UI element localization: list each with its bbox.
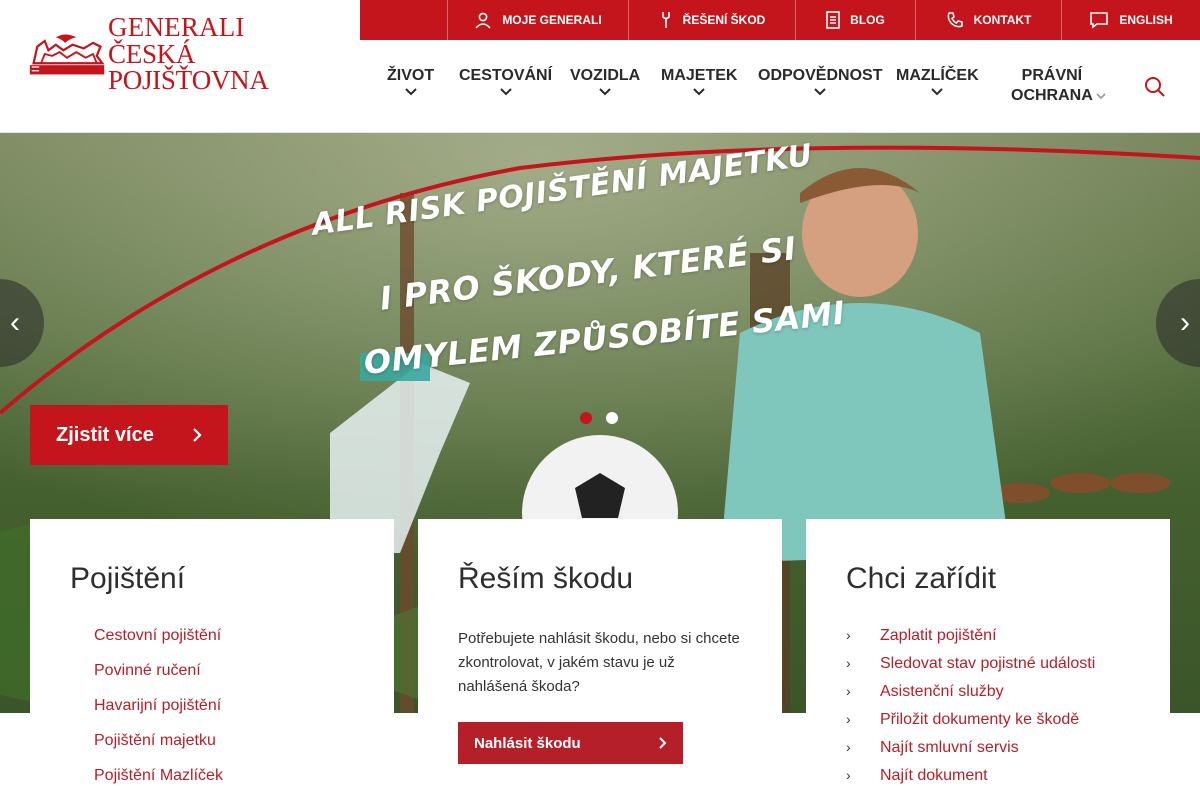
card-services: Chci zařídit › Zaplatit pojištění › Sledov… <box>806 519 1170 800</box>
chevron-right-icon: › <box>846 767 851 783</box>
brand-line2: ČESKÁ POJIŠŤOVNA <box>108 38 269 96</box>
carousel-dot-2[interactable] <box>606 412 618 424</box>
report-claim-label: Nahlásit škodu <box>474 734 581 752</box>
hero-cta-label: Zjistit více <box>56 423 154 446</box>
nav-label: MAJETEK <box>661 67 738 84</box>
nav-item-mazlicek[interactable]: MAZLÍČEK <box>896 66 979 96</box>
nav-label: ODPOVĚDNOST <box>758 67 883 84</box>
insurance-link[interactable]: Povinné ručení <box>94 662 223 697</box>
nav-item-cestovani[interactable]: CESTOVÁNÍ <box>459 66 552 96</box>
nav-label: ŽIVOT <box>387 67 435 84</box>
chevron-left-icon: ‹ <box>10 306 20 339</box>
card-title: Řeším škodu <box>458 562 634 595</box>
services-link[interactable]: › Najít dokument <box>846 767 1095 795</box>
chevron-right-icon: › <box>846 655 851 671</box>
card-title: Chci zařídit <box>846 562 997 595</box>
services-link[interactable]: › Asistenční služby <box>846 683 1095 711</box>
chevron-down-icon <box>814 88 826 96</box>
nav-label: MAZLÍČEK <box>896 67 979 84</box>
services-link[interactable]: › Přiložit dokumenty ke škodě <box>846 711 1095 739</box>
chevron-down-icon <box>693 88 705 96</box>
insurance-link[interactable]: Havarijní pojištění <box>94 697 223 732</box>
document-icon <box>826 11 840 29</box>
lion-logo-icon <box>29 34 105 75</box>
insurance-link[interactable]: Cestovní pojištění <box>94 627 223 662</box>
carousel-dot-1[interactable] <box>580 412 592 424</box>
logo-text: GENERALI ČESKÁ POJIŠŤOVNA <box>108 12 344 96</box>
header: GENERALI ČESKÁ POJIŠŤOVNA MOJE GENERALI … <box>0 0 1200 133</box>
wrench-icon <box>661 12 670 28</box>
search-icon <box>1145 77 1165 97</box>
insurance-links: Cestovní pojištění Povinné ručení Havari… <box>94 627 223 800</box>
chevron-down-icon <box>599 88 611 96</box>
chevron-right-icon: › <box>846 739 851 755</box>
chevron-down-icon <box>1096 93 1106 100</box>
services-link[interactable]: › Sledovat stav pojistné události <box>846 655 1095 683</box>
nav-label: CESTOVÁNÍ <box>459 67 553 84</box>
nav-item-majetek[interactable]: MAJETEK <box>661 66 737 96</box>
user-icon <box>475 12 491 29</box>
chevron-right-icon <box>193 428 202 442</box>
services-link-label: Sledovat stav pojistné události <box>880 655 1096 672</box>
topbar-moje-generali[interactable]: MOJE GENERALI <box>447 0 628 40</box>
services-link-label: Najít smluvní servis <box>880 739 1019 756</box>
services-link[interactable]: › Najít smluvní servis <box>846 739 1095 767</box>
claims-description: Potřebujete nahlásit škodu, nebo si chce… <box>458 630 740 695</box>
hero-cta-button[interactable]: Zjistit více <box>30 405 228 465</box>
services-link-label: Najít dokument <box>880 767 988 784</box>
card-insurance: Pojištění Cestovní pojištění Povinné ruč… <box>30 519 394 800</box>
nav-item-zivot[interactable]: ŽIVOT <box>387 66 434 96</box>
chevron-right-icon: › <box>846 627 851 643</box>
chevron-right-icon: › <box>1180 306 1190 339</box>
chevron-down-icon <box>499 88 512 96</box>
nav-item-pravni-ochrana[interactable]: PRÁVNÍ OCHRANA <box>1011 66 1106 106</box>
chevron-right-icon: › <box>846 683 851 699</box>
services-link-label: Přiložit dokumenty ke škodě <box>880 711 1080 728</box>
topbar-english[interactable]: ENGLISH <box>1061 0 1200 40</box>
services-link-label: Asistenční služby <box>880 683 1004 700</box>
search-button[interactable] <box>1144 76 1166 98</box>
top-utility-bar: MOJE GENERALI ŘEŠENÍ ŠKOD BLOG KONTAKT E… <box>360 0 1200 40</box>
chevron-down-icon <box>931 88 944 96</box>
insurance-link[interactable]: Pojištění Mazlíček <box>94 767 223 800</box>
card-claims: Řeším škodu Potřebujete nahlásit škodu, … <box>418 519 782 800</box>
topbar-label: BLOG <box>850 13 885 27</box>
services-link[interactable]: › Zaplatit pojištění <box>846 627 1095 655</box>
services-links: › Zaplatit pojištění › Sledovat stav pojis… <box>846 627 1095 795</box>
logo[interactable]: GENERALI ČESKÁ POJIŠŤOVNA <box>28 14 344 94</box>
topbar-kontakt[interactable]: KONTAKT <box>915 0 1061 40</box>
chat-icon <box>1090 12 1109 29</box>
chevron-right-icon: › <box>846 711 851 727</box>
nav-label: PRÁVNÍ <box>1021 67 1083 84</box>
phone-icon <box>947 12 963 28</box>
chevron-down-icon <box>404 88 417 96</box>
main-nav: ŽIVOT CESTOVÁNÍ VOZIDLA MAJETEK ODPOVĚDN… <box>360 40 1200 132</box>
topbar-label: MOJE GENERALI <box>502 13 602 27</box>
nav-label: VOZIDLA <box>570 67 641 84</box>
topbar-label: ENGLISH <box>1119 13 1173 27</box>
nav-item-vozidla[interactable]: VOZIDLA <box>570 66 640 96</box>
card-title: Pojištění <box>70 562 186 595</box>
page: GENERALI ČESKÁ POJIŠŤOVNA MOJE GENERALI … <box>0 0 1200 800</box>
nav-item-odpovednost[interactable]: ODPOVĚDNOST <box>758 66 882 96</box>
carousel-dots <box>580 412 618 424</box>
insurance-link[interactable]: Pojištění majetku <box>94 732 223 767</box>
topbar-label: KONTAKT <box>973 13 1032 27</box>
brand-line1: GENERALI <box>108 12 245 43</box>
chevron-right-icon <box>659 737 667 749</box>
topbar-blog[interactable]: BLOG <box>795 0 915 40</box>
services-link-label: Zaplatit pojištění <box>880 627 997 644</box>
nav-label-line2: OCHRANA <box>1011 87 1093 104</box>
topbar-reseni-skod[interactable]: ŘEŠENÍ ŠKOD <box>628 0 795 40</box>
topbar-label: ŘEŠENÍ ŠKOD <box>682 13 766 27</box>
report-claim-button[interactable]: Nahlásit škodu <box>458 722 683 764</box>
